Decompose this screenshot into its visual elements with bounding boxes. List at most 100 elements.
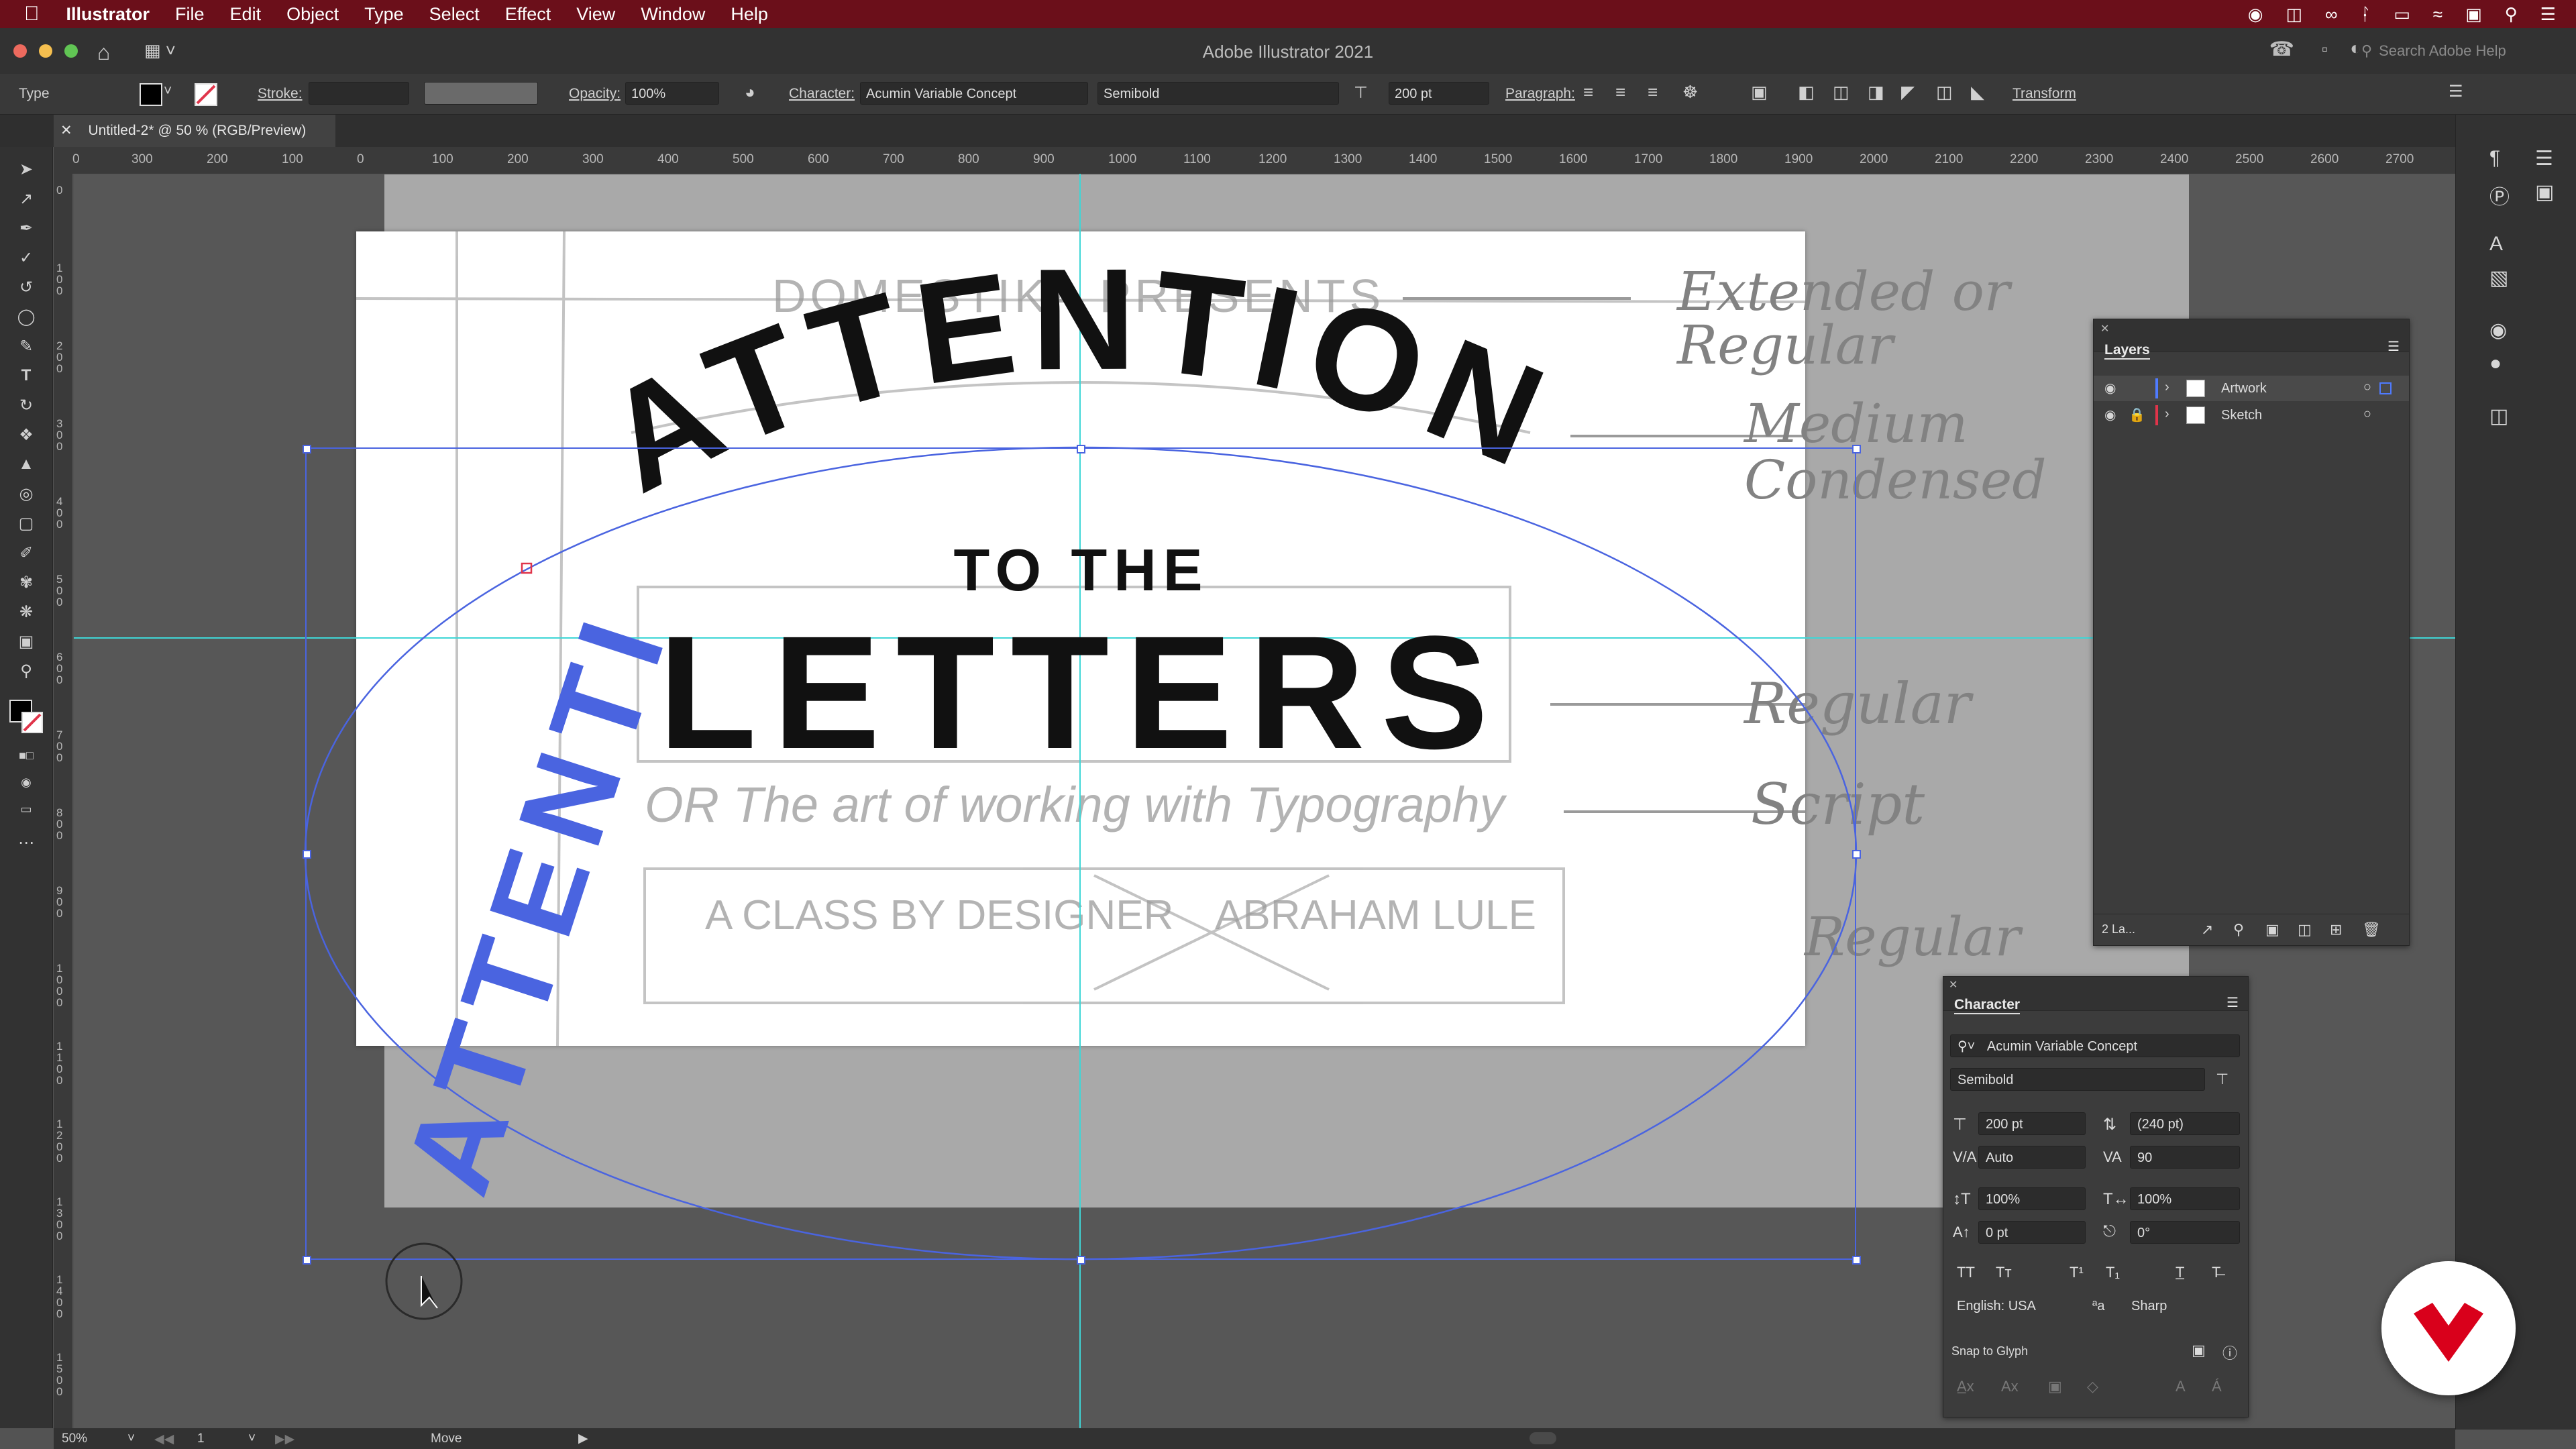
next-artboard-icon[interactable]: ▶▶ <box>275 1432 294 1447</box>
paragraph-panel-icon[interactable]: ¶ <box>2489 147 2500 170</box>
layer-name[interactable]: Sketch <box>2221 408 2262 423</box>
layer-color-bar <box>2155 405 2158 425</box>
font-family-value: Acumin Variable Concept <box>1986 1039 2138 1054</box>
layer-name[interactable]: Artwork <box>2221 381 2267 396</box>
zoom-dropdown-icon[interactable]: ˅ <box>127 1432 135 1446</box>
snap-baseline-icon[interactable]: A̲x <box>1957 1378 1974 1395</box>
target-circle-icon[interactable]: ○ <box>2363 407 2371 422</box>
snap-bounds-icon[interactable]: ▣ <box>2048 1378 2062 1395</box>
leading-field[interactable]: (240 pt) <box>2130 1112 2240 1135</box>
glyph-snap-options-icon[interactable]: ▣ <box>2192 1342 2206 1359</box>
new-sublayer-icon[interactable]: ◫ <box>2298 921 2312 938</box>
first-artboard-icon[interactable]: ◀◀ <box>154 1432 174 1447</box>
selection-handle[interactable] <box>1077 1256 1085 1265</box>
all-caps-icon[interactable]: TT <box>1957 1264 1975 1281</box>
visibility-eye-icon[interactable]: ◉ <box>2104 407 2116 423</box>
kerning-field[interactable]: Auto <box>1978 1146 2086 1169</box>
swatches-panel-icon[interactable]: ● <box>2489 352 2502 375</box>
selection-handle[interactable] <box>1852 850 1861 859</box>
snap-to-glyph-label: Snap to Glyph <box>1951 1344 2029 1358</box>
touch-type-icon[interactable]: ⊤ <box>2216 1071 2229 1088</box>
font-family-select[interactable]: ⚲˅ Acumin Variable Concept <box>1950 1034 2240 1057</box>
libraries-panel-icon[interactable]: ▣ <box>2535 180 2554 204</box>
antialias-select[interactable]: Sharp <box>2125 1295 2240 1318</box>
artboard-number[interactable]: 1 <box>197 1432 205 1446</box>
underline-icon[interactable]: T̲ <box>2176 1264 2184 1281</box>
locate-object-icon[interactable]: ⚲ <box>2233 921 2244 938</box>
font-style-select[interactable]: Semibold <box>1950 1068 2205 1091</box>
layers-panel: ✕ Layers ☰ ◉ › Artwork ○ ◉ 🔒 › Sketch ○ … <box>2093 319 2410 946</box>
selection-handle[interactable] <box>1077 445 1085 453</box>
expand-chevron-icon[interactable]: › <box>2165 380 2169 395</box>
subline-text[interactable]: TO THE <box>953 537 1209 603</box>
selection-handle[interactable] <box>303 850 311 859</box>
target-circle-icon[interactable]: ○ <box>2363 380 2371 395</box>
selection-handle[interactable] <box>303 1256 311 1265</box>
properties-panel-icon[interactable]: ☰ <box>2535 147 2553 170</box>
lock-icon[interactable]: 🔒 <box>2129 407 2145 423</box>
glyphs-panel-icon[interactable]: ▧ <box>2489 266 2508 290</box>
status-mode: Move <box>431 1432 462 1446</box>
expand-chevron-icon[interactable]: › <box>2165 407 2169 422</box>
new-layer-icon[interactable]: ⊞ <box>2330 921 2342 938</box>
layers-panel-icon[interactable]: ◫ <box>2489 405 2508 428</box>
font-size-icon: ⊤ <box>1953 1116 1967 1134</box>
kerning-icon: V/A <box>1953 1148 1977 1165</box>
snap-anchor-icon[interactable]: Á <box>2212 1378 2222 1395</box>
domestika-mark-icon <box>2414 1303 2483 1362</box>
main-word-text[interactable]: LETTERS <box>658 602 1504 782</box>
close-panel-icon[interactable]: ✕ <box>2100 322 2109 335</box>
layers-panel-footer: 2 La... ↗ ⚲ ▣ ◫ ⊞ 🗑 <box>2094 914 2409 945</box>
zoom-level-select[interactable]: 50% <box>62 1432 87 1446</box>
horizontal-scale-icon: T↔ <box>2103 1190 2129 1208</box>
color-panel-icon[interactable]: ◉ <box>2489 319 2507 342</box>
baseline-shift-field[interactable]: 0 pt <box>1978 1221 2086 1244</box>
layer-count: 2 La... <box>2102 922 2136 936</box>
info-icon[interactable]: ⓘ <box>2222 1342 2237 1363</box>
subscript-icon[interactable]: T₁ <box>2106 1264 2120 1281</box>
selection-handle[interactable] <box>1852 445 1861 453</box>
artboard-dropdown-icon[interactable]: ˅ <box>248 1432 256 1446</box>
export-icon[interactable]: ↗ <box>2201 921 2213 938</box>
leading-icon: ⇅ <box>2103 1116 2117 1134</box>
snap-xheight-icon[interactable]: Ax <box>2001 1378 2019 1395</box>
layer-color-bar <box>2155 378 2158 398</box>
clipping-mask-icon[interactable]: ▣ <box>2265 921 2279 938</box>
opentype-panel-icon[interactable]: Ⓟ <box>2489 180 2510 210</box>
rotated-path-text[interactable]: ATTENTI <box>380 592 694 1209</box>
language-select[interactable]: English: USA <box>1950 1295 2057 1318</box>
status-bar: 50% ˅ ◀◀ 1 ˅ ▶▶ Move ▶ <box>54 1428 2455 1449</box>
character-rotation-field[interactable]: 0° <box>2130 1221 2240 1244</box>
snap-angular-icon[interactable]: A <box>2176 1378 2186 1395</box>
antialias-icon: ªa <box>2092 1299 2105 1313</box>
selection-handle[interactable] <box>1852 1256 1861 1265</box>
headline-on-path[interactable]: ATTENTION <box>580 238 1576 523</box>
layers-tab[interactable]: Layers <box>2104 342 2150 360</box>
selection-handle[interactable] <box>303 445 311 453</box>
superscript-icon[interactable]: T¹ <box>2070 1264 2084 1281</box>
status-menu-icon[interactable]: ▶ <box>578 1431 588 1446</box>
layer-thumbnail <box>2186 407 2205 424</box>
character-tab[interactable]: Character <box>1954 997 2021 1014</box>
panel-dock-rail: ¶ ☰ Ⓟ ▣ A ▧ ◉ ● ◫ <box>2455 115 2576 1430</box>
visibility-eye-icon[interactable]: ◉ <box>2104 380 2116 396</box>
snap-proximity-icon[interactable]: ◇ <box>2087 1378 2098 1395</box>
vertical-scale-field[interactable]: 100% <box>1978 1187 2086 1210</box>
small-caps-icon[interactable]: Tᴛ <box>1996 1264 2012 1281</box>
layer-row-sketch[interactable]: ◉ 🔒 › Sketch ○ <box>2094 402 2409 428</box>
close-panel-icon[interactable]: ✕ <box>1949 978 1957 991</box>
search-icon: ⚲˅ <box>1957 1039 1976 1054</box>
delete-layer-icon[interactable]: 🗑 <box>2362 921 2381 938</box>
horizontal-scrollbar-thumb[interactable] <box>1529 1432 1556 1444</box>
tracking-field[interactable]: 90 <box>2130 1146 2240 1169</box>
selection-square-icon[interactable] <box>2379 382 2392 394</box>
horizontal-scale-field[interactable]: 100% <box>2130 1187 2240 1210</box>
character-rotation-icon: ⎋ <box>2103 1222 2116 1240</box>
font-size-field[interactable]: 200 pt <box>1978 1112 2086 1135</box>
panel-menu-icon[interactable]: ☰ <box>2387 338 2400 355</box>
character-panel-icon[interactable]: A <box>2489 233 2503 256</box>
character-panel: ✕ Character ☰ ⚲˅ Acumin Variable Concept… <box>1943 976 2249 1417</box>
layer-row-artwork[interactable]: ◉ › Artwork ○ <box>2094 376 2409 401</box>
panel-menu-icon[interactable]: ☰ <box>2226 994 2239 1011</box>
strikethrough-icon[interactable]: T̶ <box>2212 1264 2220 1281</box>
